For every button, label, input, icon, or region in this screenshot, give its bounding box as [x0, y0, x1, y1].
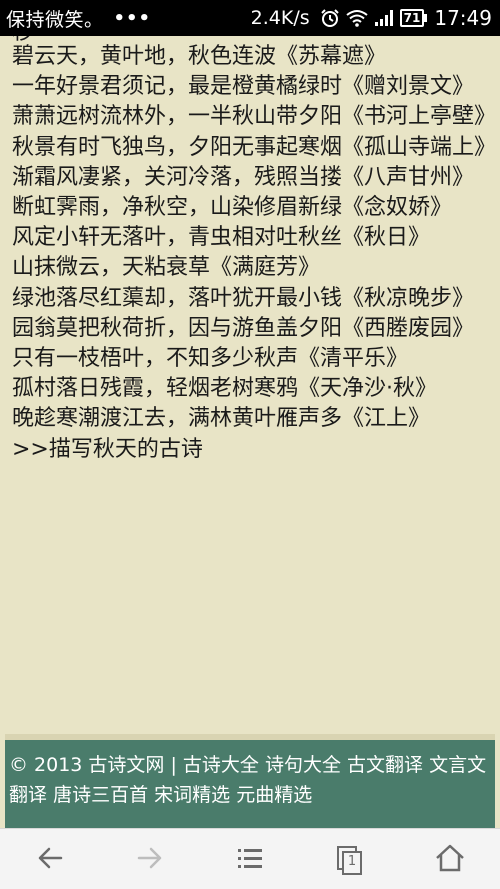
poem-line: 绿池落尽红蕖却，落叶犹开最小钱《秋凉晚步》 — [12, 285, 475, 311]
signal-icon — [374, 9, 394, 27]
wifi-icon — [346, 9, 368, 27]
browser-nav-bar: 1 — [0, 828, 500, 889]
back-arrow-icon — [35, 843, 65, 877]
menu-icon — [235, 843, 265, 877]
battery-icon: 71 — [399, 9, 428, 27]
copyright-text: © 2013 古诗文网 | — [9, 754, 177, 776]
menu-button[interactable] — [220, 835, 280, 885]
poem-line: 晚趁寒潮渡江去，满林黄叶雁声多《江上》 — [12, 406, 431, 432]
poem-line: 一年好景君须记，最是橙黄橘绿时《赠刘景文》 — [12, 74, 475, 100]
network-speed: 2.4K/s — [250, 7, 310, 29]
footer-link-gushi-daquan[interactable]: 古诗大全 — [183, 754, 259, 776]
poem-list: 碧云天，黄叶地，秋色连波《苏幕遮》 一年好景君须记，最是橙黄橘绿时《赠刘景文》 … — [12, 42, 497, 465]
poem-line: 孤村落日残霞，轻烟老树寒鸦《天净沙·秋》 — [12, 376, 437, 402]
poem-line: 断虹霁雨，净秋空，山染修眉新绿《念奴娇》 — [12, 195, 453, 221]
notification-app-name: 保持微笑。 — [6, 8, 104, 31]
status-bar: 保持微笑。 ••• 2.4K/s 71 17:49 — [0, 0, 500, 36]
poem-line: 山抹微云，天粘衰草《满庭芳》 — [12, 255, 321, 281]
tabs-icon: 1 — [334, 844, 366, 876]
poem-line: 只有一枝梧叶，不知多少秋声《清平乐》 — [12, 346, 409, 372]
poem-line: 碧云天，黄叶地，秋色连波《苏幕遮》 — [12, 44, 387, 69]
poem-line: 萧萧远树流林外，一半秋山带夕阳《书河上亭壁》 — [12, 104, 497, 130]
footer-link-guwen-fanyi[interactable]: 古文翻译 — [347, 754, 423, 776]
poem-line: 渐霜风凄紧，关河冷落，残照当搂《八声甘州》 — [12, 164, 475, 190]
forward-arrow-icon — [135, 843, 165, 877]
clock: 17:49 — [434, 6, 492, 30]
home-button[interactable] — [420, 835, 480, 885]
home-icon — [434, 843, 466, 877]
site-footer: © 2013 古诗文网 | 古诗大全 诗句大全 古文翻译 文言文翻译 唐诗三百首… — [5, 740, 495, 828]
forward-button[interactable] — [120, 835, 180, 885]
tab-count: 1 — [347, 853, 357, 869]
footer-link-tangshi[interactable]: 唐诗三百首 — [53, 784, 148, 806]
poem-content: 秒 碧云天，黄叶地，秋色连波《苏幕遮》 一年好景君须记，最是橙黄橘绿时《赠刘景文… — [0, 36, 500, 732]
more-autumn-poems-link[interactable]: >>描写秋天的古诗 — [12, 435, 492, 465]
alarm-icon — [320, 8, 340, 28]
poem-line: 秋景有时飞独鸟，夕阳无事起寒烟《孤山寺端上》 — [12, 134, 497, 160]
footer-link-shiju-daquan[interactable]: 诗句大全 — [265, 754, 341, 776]
back-button[interactable] — [20, 835, 80, 885]
tabs-button[interactable]: 1 — [320, 835, 380, 885]
poem-line: 园翁莫把秋荷折，因与游鱼盖夕阳《西塍废园》 — [12, 315, 475, 341]
poem-line: 风定小轩无落叶，青虫相对吐秋丝《秋日》 — [12, 225, 431, 251]
footer-link-songci[interactable]: 宋词精选 — [154, 784, 230, 806]
notification-dots: ••• — [113, 7, 152, 29]
footer-link-yuanqu[interactable]: 元曲精选 — [236, 784, 312, 806]
